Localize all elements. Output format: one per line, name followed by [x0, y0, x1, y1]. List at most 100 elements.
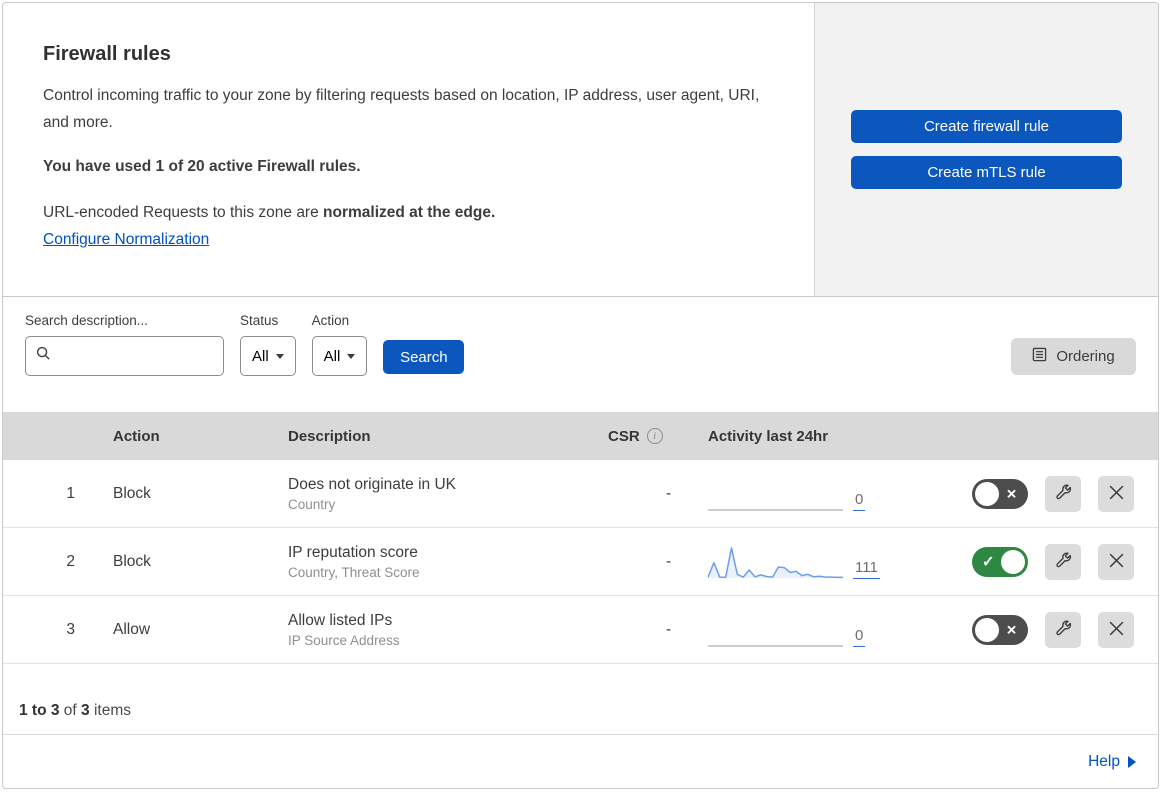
- normalization-note: URL-encoded Requests to this zone are no…: [43, 204, 774, 222]
- rule-description-cell: Does not originate in UK Country: [268, 476, 588, 512]
- rule-priority: 2: [66, 552, 75, 570]
- rule-priority: 1: [66, 484, 75, 502]
- toggle-knob: [975, 481, 999, 506]
- info-icon[interactable]: [646, 428, 663, 444]
- delete-rule-button[interactable]: [1098, 475, 1134, 512]
- toggle-knob: [975, 617, 999, 642]
- search-description-label: Search description...: [25, 313, 149, 328]
- rule-controls: [923, 611, 1158, 648]
- column-header-activity: Activity last 24hr: [708, 427, 829, 445]
- toggle-state-icon: [1006, 623, 1017, 636]
- status-label: Status: [240, 313, 279, 328]
- search-box: [25, 336, 224, 376]
- header-section: Firewall rules Control incoming traffic …: [3, 3, 1158, 297]
- create-firewall-rule-button[interactable]: Create firewall rule: [851, 110, 1122, 143]
- delete-rule-button[interactable]: [1098, 611, 1134, 648]
- csr-value: -: [666, 484, 672, 502]
- column-header-action: Action: [113, 427, 160, 445]
- rule-controls: [923, 475, 1158, 512]
- enable-rule-toggle[interactable]: [972, 546, 1028, 577]
- create-mtls-rule-button[interactable]: Create mTLS rule: [851, 156, 1122, 189]
- rule-controls: [923, 543, 1158, 580]
- actions-panel: Create firewall rule Create mTLS rule: [814, 3, 1158, 296]
- rule-action: Block: [113, 484, 151, 502]
- page-description: Control incoming traffic to your zone by…: [43, 87, 760, 132]
- close-icon: [1108, 484, 1125, 504]
- chevron-down-icon: [347, 353, 356, 359]
- search-group: Search description...: [25, 313, 224, 376]
- ordering-list-icon: [1032, 347, 1047, 366]
- header-text-block: Firewall rules Control incoming traffic …: [3, 3, 814, 296]
- pagination-of: of: [59, 702, 82, 719]
- toggle-state-icon: [982, 554, 995, 569]
- enable-rule-toggle[interactable]: [972, 614, 1028, 645]
- pagination-range: 1 to 3: [19, 702, 60, 719]
- page-title: Firewall rules: [43, 43, 171, 65]
- action-group: Action All: [311, 313, 368, 376]
- ordering-button-label: Ordering: [1056, 348, 1115, 365]
- delete-rule-button[interactable]: [1098, 543, 1134, 580]
- ordering-button[interactable]: Ordering: [1011, 338, 1136, 375]
- rule-criteria: Country: [288, 496, 336, 512]
- activity-count-link[interactable]: 111: [853, 559, 880, 579]
- firewall-rules-panel: Firewall rules Control incoming traffic …: [2, 2, 1159, 789]
- table-row: 3 Allow Allow listed IPs IP Source Addre…: [3, 596, 1158, 664]
- activity-count-link[interactable]: 0: [853, 491, 866, 511]
- pagination-items: items: [89, 702, 131, 719]
- normalization-prefix: URL-encoded Requests to this zone are: [43, 204, 324, 222]
- action-dropdown[interactable]: All: [311, 336, 368, 376]
- action-selected-value: All: [323, 347, 341, 365]
- arrow-right-icon: [1128, 755, 1136, 768]
- activity-cell: 0: [693, 611, 923, 649]
- rule-priority: 3: [66, 620, 75, 638]
- help-link-label: Help: [1088, 752, 1120, 770]
- rule-action: Allow: [113, 620, 151, 638]
- column-header-description: Description: [288, 427, 371, 445]
- activity-sparkline: [707, 543, 843, 581]
- close-icon: [1108, 620, 1125, 640]
- rule-action: Block: [113, 552, 151, 570]
- usage-summary: You have used 1 of 20 active Firewall ru…: [43, 158, 361, 176]
- wrench-icon: [1054, 483, 1073, 505]
- close-icon: [1108, 552, 1125, 572]
- rule-description-cell: Allow listed IPs IP Source Address: [268, 612, 588, 648]
- help-link[interactable]: Help: [1088, 753, 1136, 771]
- rule-description-cell: IP reputation score Country, Threat Scor…: [268, 544, 588, 580]
- activity-cell: 111: [693, 543, 923, 581]
- activity-cell: 0: [693, 475, 923, 513]
- column-header-csr: CSR: [588, 428, 693, 445]
- help-footer: Help: [3, 734, 1158, 788]
- edit-rule-button[interactable]: [1045, 611, 1081, 648]
- activity-sparkline: [708, 475, 843, 513]
- wrench-icon: [1054, 619, 1073, 641]
- wrench-icon: [1054, 551, 1073, 573]
- toggle-knob: [1001, 549, 1025, 574]
- filter-bar: Search description... Status All Action …: [3, 297, 1158, 412]
- table-row: 1 Block Does not originate in UK Country…: [3, 460, 1158, 528]
- toggle-state-icon: [1006, 487, 1017, 500]
- csr-value: -: [666, 552, 672, 570]
- status-dropdown[interactable]: All: [240, 336, 296, 376]
- search-icon: [36, 346, 51, 366]
- enable-rule-toggle[interactable]: [972, 478, 1028, 509]
- rule-criteria: Country, Threat Score: [288, 564, 420, 580]
- edit-rule-button[interactable]: [1045, 475, 1081, 512]
- rule-description: Allow listed IPs: [288, 611, 393, 629]
- activity-count-link[interactable]: 0: [853, 627, 866, 647]
- status-selected-value: All: [252, 347, 269, 365]
- configure-normalization-link[interactable]: Configure Normalization: [43, 231, 209, 248]
- chevron-down-icon: [275, 353, 284, 359]
- edit-rule-button[interactable]: [1045, 543, 1081, 580]
- pagination-summary: 1 to 3 of 3 items: [3, 664, 1158, 734]
- action-label: Action: [311, 313, 350, 328]
- table-header: Action Description CSR Activity last 24h…: [3, 412, 1158, 460]
- csr-value: -: [666, 620, 672, 638]
- pagination-total: 3: [81, 702, 90, 719]
- activity-sparkline: [708, 611, 843, 649]
- rule-description: IP reputation score: [288, 543, 418, 561]
- table-row: 2 Block IP reputation score Country, Thr…: [3, 528, 1158, 596]
- search-input[interactable]: [59, 348, 213, 364]
- rule-description: Does not originate in UK: [288, 475, 457, 493]
- csr-header-label: CSR: [608, 427, 640, 445]
- search-button[interactable]: Search: [383, 340, 465, 374]
